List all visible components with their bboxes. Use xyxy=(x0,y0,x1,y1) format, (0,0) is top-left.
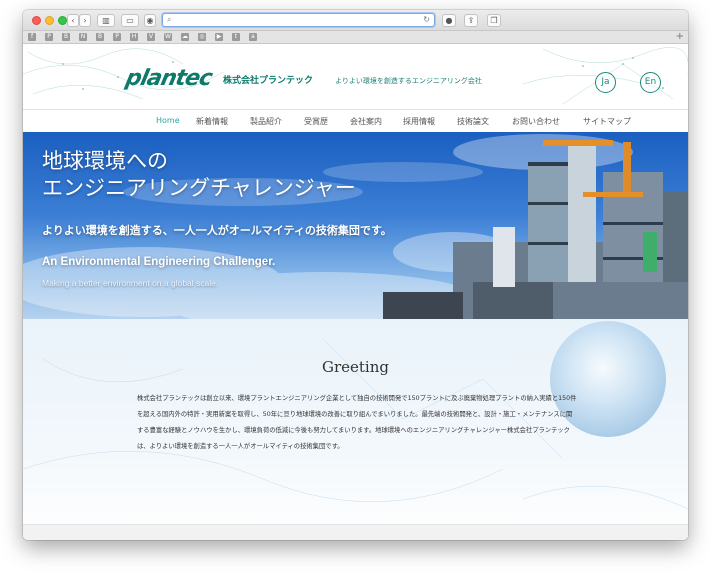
chevron-left-icon: ‹ xyxy=(71,16,75,25)
bookmark-p-icon[interactable]: P xyxy=(113,33,121,41)
nav-papers[interactable]: 技術論文 xyxy=(457,116,489,127)
forward-button[interactable]: › xyxy=(79,14,91,27)
hero-subtitle: よりよい環境を創造する、一人一人がオールマイティの技術集団です。 xyxy=(42,224,392,237)
greeting-line: は、よりよい環境を創造する一人一人がオールマイティの技術集団です。 xyxy=(137,443,344,450)
chevron-right-icon: › xyxy=(83,16,87,25)
hero-title: 地球環境への エンジニアリングチャレンジャー xyxy=(42,148,356,202)
hero-en-subtitle: Making a better environment on a global … xyxy=(42,278,219,288)
reader-icon: ▭ xyxy=(126,16,134,25)
hero-title-line2: エンジニアリングチャレンジャー xyxy=(42,176,356,200)
back-button[interactable]: ‹ xyxy=(67,14,79,27)
close-window-button[interactable] xyxy=(32,16,41,25)
hero-banner: 地球環境への エンジニアリングチャレンジャー よりよい環境を創造する、一人一人が… xyxy=(23,132,688,319)
greeting-body: 株式会社プランテックは創立以来、環境プラントエンジニアリング企業として独自の技術… xyxy=(137,391,587,455)
lang-ja-button[interactable]: Ja xyxy=(595,72,616,93)
hero-en-title: An Environmental Engineering Challenger. xyxy=(42,256,276,268)
footer-band xyxy=(23,524,688,540)
bookmark-facebook-icon[interactable]: f xyxy=(28,33,36,41)
greeting-line: する豊富な経験とノウハウを生かし、環境負荷の低減に今後も努力してまいります。地球… xyxy=(137,427,570,434)
bookmark-pinterest-icon[interactable]: P xyxy=(45,33,53,41)
dark-circle-icon: ● xyxy=(445,16,453,25)
company-name-jp: 株式会社プランテック xyxy=(223,76,314,86)
nav-sitemap[interactable]: サイトマップ xyxy=(583,116,631,127)
bookmark-b2-icon[interactable]: B xyxy=(96,33,104,41)
greeting-title: Greeting xyxy=(322,358,389,376)
bookmark-n-icon[interactable]: N xyxy=(79,33,87,41)
tabs-button[interactable]: ❐ xyxy=(487,14,501,27)
title-bar: ‹ › ▥ ▭ ◉ ⌕ ↻ ● ⇪ ❐ xyxy=(23,10,688,31)
extension-button-2[interactable]: ● xyxy=(442,14,456,27)
web-page: plantec 株式会社プランテック よりよい環境を創造するエンジニアリング会社… xyxy=(23,44,688,540)
lang-en-button[interactable]: En xyxy=(640,72,661,93)
zoom-window-button[interactable] xyxy=(58,16,67,25)
nav-products[interactable]: 製品紹介 xyxy=(250,116,282,127)
nav-news[interactable]: 新着情報 xyxy=(196,116,228,127)
bookmarks-bar: f P B N B P H V W ☁ ◎ ▶ t a + xyxy=(23,31,688,44)
share-button[interactable]: ⇪ xyxy=(464,14,478,27)
sidebar-icon: ▥ xyxy=(102,16,110,25)
extension-button[interactable]: ◉ xyxy=(144,14,156,27)
greeting-section: Greeting 株式会社プランテックは創立以来、環境プラントエンジニアリング企… xyxy=(23,319,688,540)
hero-title-line1: 地球環境への xyxy=(42,149,168,173)
reader-button[interactable]: ▭ xyxy=(121,14,139,27)
address-bar[interactable]: ⌕ ↻ xyxy=(162,13,435,27)
reload-icon[interactable]: ↻ xyxy=(423,14,430,26)
main-nav: Home 新着情報 製品紹介 受賞歴 会社案内 採用情報 技術論文 お問い合わせ… xyxy=(23,109,688,132)
greeting-line: を超える国内外の特許・実用新案を取得し、50年に亘り地球環境の改善に取り組んでま… xyxy=(137,411,573,418)
circle-icon: ◉ xyxy=(146,16,154,25)
nav-awards[interactable]: 受賞歴 xyxy=(304,116,328,127)
share-icon: ⇪ xyxy=(467,16,475,25)
bookmark-cloud-icon[interactable]: ☁ xyxy=(181,33,189,41)
search-icon: ⌕ xyxy=(167,15,172,24)
nav-home[interactable]: Home xyxy=(156,116,180,125)
nav-company[interactable]: 会社案内 xyxy=(350,116,382,127)
bookmark-instagram-icon[interactable]: ◎ xyxy=(198,33,206,41)
add-bookmark-icon[interactable]: + xyxy=(676,31,684,43)
tabs-icon: ❐ xyxy=(490,16,498,25)
browser-window: ‹ › ▥ ▭ ◉ ⌕ ↻ ● ⇪ ❐ f P B N B P H V W ☁ … xyxy=(23,10,688,540)
bookmark-b-icon[interactable]: B xyxy=(62,33,70,41)
minimize-window-button[interactable] xyxy=(45,16,54,25)
sidebar-toggle-button[interactable]: ▥ xyxy=(97,14,115,27)
greeting-line: 株式会社プランテックは創立以来、環境プラントエンジニアリング企業として独自の技術… xyxy=(137,395,577,402)
nav-contact[interactable]: お問い合わせ xyxy=(512,116,560,127)
bookmark-w-icon[interactable]: W xyxy=(164,33,172,41)
bookmark-amazon-icon[interactable]: a xyxy=(249,33,257,41)
header-tagline: よりよい環境を創造するエンジニアリング会社 xyxy=(335,77,482,85)
nav-recruit[interactable]: 採用情報 xyxy=(403,116,435,127)
bookmark-h-icon[interactable]: H xyxy=(130,33,138,41)
plantec-logo[interactable]: plantec xyxy=(123,66,214,91)
site-header: plantec 株式会社プランテック よりよい環境を創造するエンジニアリング会社… xyxy=(23,44,688,106)
bookmark-youtube-icon[interactable]: ▶ xyxy=(215,33,223,41)
bookmark-tumblr-icon[interactable]: t xyxy=(232,33,240,41)
bookmark-vimeo-icon[interactable]: V xyxy=(147,33,155,41)
